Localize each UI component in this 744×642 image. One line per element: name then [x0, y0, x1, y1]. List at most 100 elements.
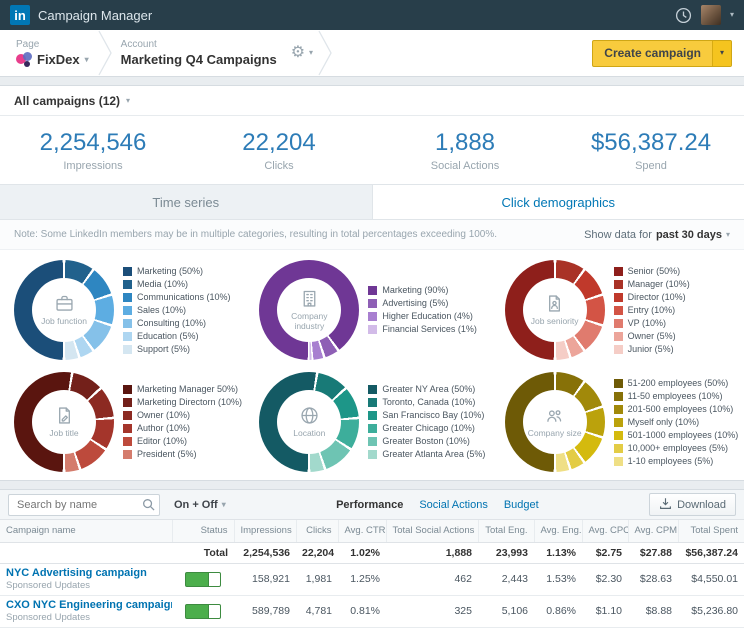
legend-label: Sales (10%) — [137, 304, 187, 315]
table-toolbar: On + Off Performance Social Actions Budg… — [0, 490, 744, 520]
legend-swatch — [123, 398, 132, 407]
total-value: $56,387.24 — [678, 542, 744, 564]
caret-down-icon[interactable] — [730, 11, 734, 19]
donut-job-seniority: Job seniority — [504, 260, 605, 360]
legend-item: Advertising (5%) — [368, 297, 477, 310]
legend-swatch — [123, 437, 132, 446]
legend-item: Sales (10%) — [123, 304, 231, 317]
tab-time-series[interactable]: Time series — [0, 185, 373, 219]
globe-icon — [299, 405, 320, 427]
status-toggle[interactable] — [185, 571, 221, 587]
stat-value: 22,204 — [242, 128, 316, 156]
legend-swatch — [613, 292, 623, 302]
donut-title: Company industry — [291, 311, 328, 331]
create-campaign-button[interactable]: Create campaign — [592, 39, 732, 67]
table-head-row: Campaign name Status Impressions Clicks Avg.… — [0, 520, 744, 543]
avatar[interactable] — [700, 5, 721, 25]
legend-label: 51-200 employees (50%) — [627, 377, 729, 388]
legend-label: Owner (5%) — [627, 330, 676, 341]
campaign-metric: 1.25% — [338, 563, 386, 596]
campaign-subtitle: Sponsored Updates — [6, 580, 90, 591]
column-header-impressions[interactable]: Impressions — [233, 520, 296, 543]
search-input[interactable] — [8, 493, 160, 516]
column-header-clicks[interactable]: Clicks — [295, 520, 338, 543]
stat-social-actions: 1,888 Social Actions — [372, 129, 558, 172]
legend-swatch — [123, 450, 132, 459]
donut-location: Location — [259, 372, 360, 472]
column-header-campaign-name[interactable]: Campaign name — [0, 520, 172, 543]
tab-click-demographics[interactable]: Click demographics — [372, 185, 744, 219]
history-icon[interactable] — [675, 7, 692, 24]
create-campaign-dropdown[interactable] — [711, 40, 731, 66]
legend-swatch — [123, 344, 132, 354]
legend-item: 11-50 employees (10%) — [613, 390, 739, 403]
legend-swatch — [368, 312, 378, 321]
legend-item: Owner (5%) — [613, 330, 690, 343]
campaign-metric: 1.53% — [534, 563, 582, 596]
campaign-metric: $2.30 — [582, 563, 628, 596]
building-icon — [299, 288, 320, 310]
tab-performance[interactable]: Performance — [336, 499, 403, 511]
stat-clicks: 22,204 Clicks — [186, 129, 372, 172]
chart-legend: Marketing (90%) Advertising (5%) Higher Ed… — [368, 284, 477, 336]
toggle-knob — [208, 604, 220, 618]
campaigns-card: On + Off Performance Social Actions Budg… — [0, 489, 744, 642]
campaign-link[interactable]: CXO NYC Engineering campaign — [6, 599, 172, 612]
legend-item: 501-1000 employees (10%) — [613, 429, 738, 442]
show-data-prefix: Show data for — [584, 228, 652, 241]
column-header-total-social-actions[interactable]: Total Social Actions — [385, 520, 478, 543]
status-filter-dropdown[interactable]: On + Off — [174, 499, 226, 511]
campaign-link[interactable]: NYC Advertising campaign — [6, 567, 166, 580]
stat-label: Impressions — [63, 159, 123, 172]
legend-label: President (5%) — [137, 449, 197, 459]
legend-swatch — [123, 331, 132, 341]
legend-label: 1-10 employees (5%) — [627, 455, 714, 466]
legend-swatch — [613, 331, 623, 341]
column-header-status[interactable]: Status — [171, 520, 234, 543]
column-header-avg-ctr[interactable]: Avg. CTR — [337, 520, 386, 543]
metric-tabs: Performance Social Actions Budget — [336, 499, 539, 511]
legend-item: Support (5%) — [123, 343, 231, 356]
campaign-metric: 1,981 — [296, 563, 338, 596]
donut-title: Job seniority — [530, 316, 579, 327]
campaign-metric: $28.63 — [628, 563, 678, 596]
column-header-avg-cpc[interactable]: Avg. CPC — [581, 520, 628, 543]
legend-item: Owner (10%) — [123, 409, 242, 422]
account-settings-button[interactable] — [291, 45, 313, 61]
legend-swatch — [123, 266, 132, 276]
download-button[interactable]: Download — [649, 493, 736, 516]
legend-label: Greater Atlanta Area (5%) — [382, 449, 486, 459]
donut-title: Job function — [41, 316, 87, 327]
legend-label: Senior (50%) — [627, 265, 681, 276]
column-header-avg-cpm[interactable]: Avg. CPM — [627, 520, 678, 543]
column-header-total-spent[interactable]: Total Spent — [677, 520, 744, 543]
legend-item: 201-500 employees (10%) — [613, 403, 739, 416]
legend-label: Media (10%) — [137, 278, 189, 289]
chart-company-size: Company size 51-200 employees (50%) 11-50 … — [495, 372, 740, 472]
show-data-range: past 30 days — [655, 228, 722, 241]
all-campaigns-filter[interactable]: All campaigns (12) — [0, 86, 744, 116]
legend-item: Manager (10%) — [613, 278, 690, 291]
linkedin-logo[interactable]: in — [10, 5, 30, 25]
column-header-total-eng[interactable]: Total Eng. — [477, 520, 534, 543]
campaign-metric: $5,236.80 — [678, 595, 744, 628]
note-bar: Note: Some LinkedIn members may be in mu… — [0, 220, 744, 250]
caret-down-icon — [726, 231, 730, 239]
column-header-avg-eng[interactable]: Avg. Eng. — [533, 520, 582, 543]
tab-budget[interactable]: Budget — [504, 499, 539, 511]
account-selector[interactable]: Account Marketing Q4 Campaigns — [117, 39, 281, 67]
show-data-dropdown[interactable]: Show data for past 30 days — [584, 229, 730, 241]
donut-center: Job title — [32, 390, 96, 454]
campaign-metric: $4,550.01 — [678, 563, 744, 596]
status-toggle[interactable] — [185, 603, 221, 619]
legend-swatch — [613, 430, 623, 440]
legend-swatch — [123, 424, 132, 433]
legend-swatch — [613, 279, 623, 289]
fixdex-logo — [16, 52, 32, 67]
caret-down-icon — [720, 49, 724, 57]
legend-item: 1-10 employees (5%) — [613, 455, 739, 468]
total-value: 1,888 — [386, 542, 478, 564]
tab-social-actions[interactable]: Social Actions — [419, 499, 487, 511]
legend-swatch — [613, 378, 623, 388]
page-selector[interactable]: Page FixDex — [12, 39, 93, 67]
